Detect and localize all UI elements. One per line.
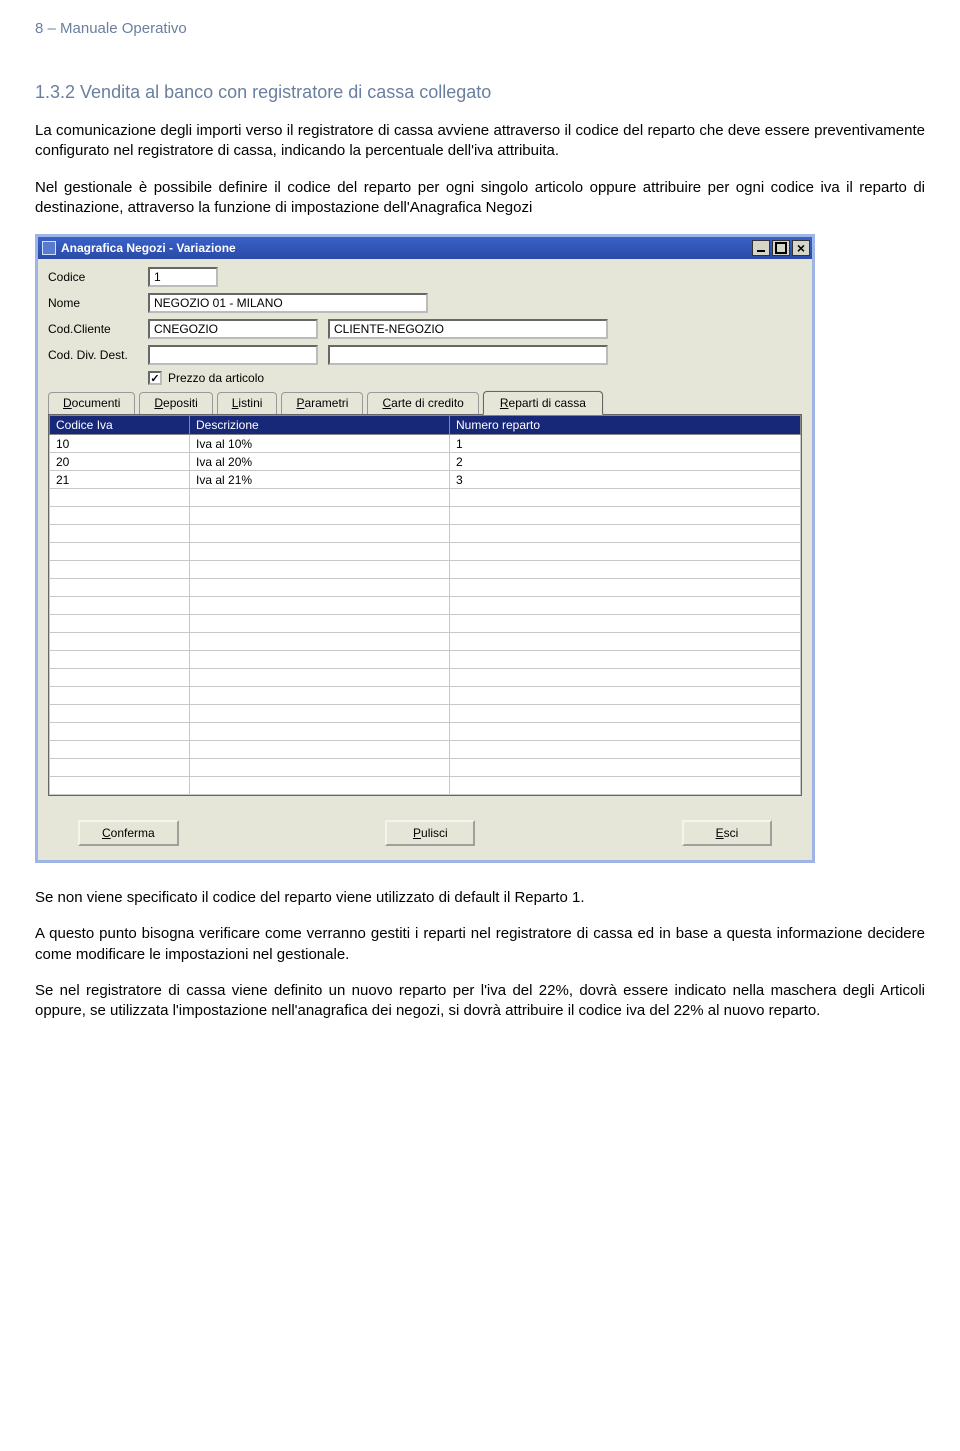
conferma-button[interactable]: Conferma xyxy=(78,820,179,846)
table-row[interactable] xyxy=(50,615,801,633)
table-row[interactable]: 10Iva al 10%1 xyxy=(50,435,801,453)
paragraph-2: Nel gestionale è possibile definire il c… xyxy=(35,178,925,219)
page-header: 8 – Manuale Operativo xyxy=(35,20,925,37)
pulisci-button[interactable]: Pulisci xyxy=(385,820,475,846)
col-header-1[interactable]: Descrizione xyxy=(190,416,450,435)
prezzo-da-articolo-checkbox[interactable]: ✓ xyxy=(148,371,162,385)
codice-label: Codice xyxy=(48,270,148,284)
minimize-button[interactable] xyxy=(752,240,770,256)
table-row[interactable] xyxy=(50,561,801,579)
col-header-0[interactable]: Codice Iva xyxy=(50,416,190,435)
app-icon xyxy=(42,241,56,255)
codcliente-label: Cod.Cliente xyxy=(48,322,148,336)
maximize-button[interactable] xyxy=(772,240,790,256)
table-row[interactable] xyxy=(50,687,801,705)
table-row[interactable] xyxy=(50,651,801,669)
app-window: Anagrafica Negozi - Variazione Codice 1 … xyxy=(35,234,815,863)
titlebar: Anagrafica Negozi - Variazione xyxy=(38,237,812,259)
table-row[interactable] xyxy=(50,741,801,759)
cliente-desc-input[interactable]: CLIENTE-NEGOZIO xyxy=(328,319,608,339)
table-row[interactable] xyxy=(50,579,801,597)
table-row[interactable] xyxy=(50,723,801,741)
nome-label: Nome xyxy=(48,296,148,310)
coddivdest-input[interactable] xyxy=(148,345,318,365)
table-row[interactable]: 21Iva al 21%3 xyxy=(50,471,801,489)
tab-2[interactable]: Listini xyxy=(217,392,278,416)
section-title: 1.3.2 Vendita al banco con registratore … xyxy=(35,82,925,103)
table-row[interactable] xyxy=(50,705,801,723)
paragraph-3: Se non viene specificato il codice del r… xyxy=(35,888,925,908)
prezzo-da-articolo-label: Prezzo da articolo xyxy=(168,371,264,385)
table-row[interactable] xyxy=(50,777,801,795)
table-row[interactable] xyxy=(50,597,801,615)
paragraph-1: La comunicazione degli importi verso il … xyxy=(35,121,925,162)
table-row[interactable] xyxy=(50,507,801,525)
divdest-desc-input[interactable] xyxy=(328,345,608,365)
tab-4[interactable]: Carte di credito xyxy=(367,392,478,416)
tab-3[interactable]: Parametri xyxy=(281,392,363,416)
reparti-table: Codice IvaDescrizioneNumero reparto 10Iv… xyxy=(48,414,802,796)
tab-0[interactable]: Documenti xyxy=(48,392,135,416)
esci-button[interactable]: Esci xyxy=(682,820,772,846)
paragraph-5: Se nel registratore di cassa viene defin… xyxy=(35,981,925,1022)
close-button[interactable] xyxy=(792,240,810,256)
col-header-2[interactable]: Numero reparto xyxy=(450,416,801,435)
codcliente-input[interactable]: CNEGOZIO xyxy=(148,319,318,339)
table-row[interactable] xyxy=(50,525,801,543)
table-row[interactable] xyxy=(50,759,801,777)
coddivdest-label: Cod. Div. Dest. xyxy=(48,348,148,362)
window-title: Anagrafica Negozi - Variazione xyxy=(61,241,236,255)
tab-1[interactable]: Depositi xyxy=(139,392,212,416)
nome-input[interactable]: NEGOZIO 01 - MILANO xyxy=(148,293,428,313)
table-row[interactable] xyxy=(50,669,801,687)
tabs: DocumentiDepositiListiniParametriCarte d… xyxy=(48,391,802,415)
table-row[interactable] xyxy=(50,633,801,651)
paragraph-4: A questo punto bisogna verificare come v… xyxy=(35,924,925,965)
table-row[interactable] xyxy=(50,489,801,507)
codice-input[interactable]: 1 xyxy=(148,267,218,287)
tab-5[interactable]: Reparti di cassa xyxy=(483,391,603,415)
table-row[interactable] xyxy=(50,543,801,561)
table-row[interactable]: 20Iva al 20%2 xyxy=(50,453,801,471)
